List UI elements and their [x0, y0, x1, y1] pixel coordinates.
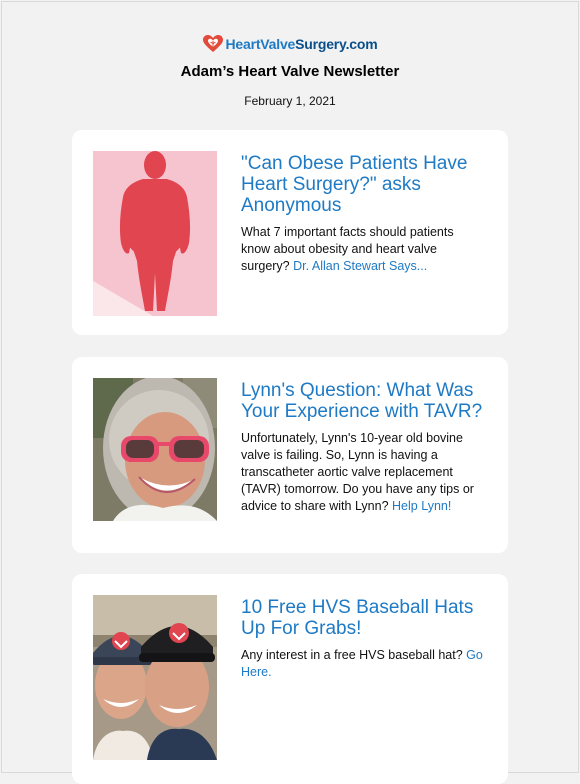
- article-card: 10 Free HVS Baseball Hats Up For Grabs! …: [72, 574, 508, 784]
- article-summary: What 7 important facts should patients k…: [241, 224, 486, 275]
- article-card: Lynn's Question: What Was Your Experienc…: [72, 357, 508, 553]
- newsletter-date: February 1, 2021: [244, 94, 336, 108]
- newsletter-header: HeartValveSurgery.com Adam’s Heart Valve…: [0, 34, 580, 108]
- article-body: 10 Free HVS Baseball Hats Up For Grabs! …: [241, 597, 486, 681]
- brand-name-part1: HeartValve: [225, 36, 296, 52]
- brand-name: HeartValveSurgery.com: [226, 36, 378, 52]
- article-summary: Any interest in a free HVS baseball hat?…: [241, 647, 486, 681]
- obese-silhouette-illustration[interactable]: [93, 151, 217, 316]
- couple-in-hats-photo[interactable]: [93, 595, 217, 760]
- brand-name-part2: Surgery.com: [295, 36, 378, 52]
- article-card: "Can Obese Patients Have Heart Surgery?"…: [72, 130, 508, 335]
- article-body: "Can Obese Patients Have Heart Surgery?"…: [241, 153, 486, 275]
- newsletter-title: Adam’s Heart Valve Newsletter: [180, 63, 400, 80]
- brand-logo[interactable]: HeartValveSurgery.com: [0, 34, 580, 54]
- article-headline[interactable]: 10 Free HVS Baseball Hats Up For Grabs!: [241, 597, 486, 639]
- obese-silhouette-icon: [93, 151, 217, 316]
- article-headline[interactable]: Lynn's Question: What Was Your Experienc…: [241, 380, 486, 422]
- woman-portrait-icon: [93, 378, 217, 521]
- article-body: Lynn's Question: What Was Your Experienc…: [241, 380, 486, 515]
- article-headline[interactable]: "Can Obese Patients Have Heart Surgery?"…: [241, 153, 486, 216]
- article-link[interactable]: Dr. Allan Stewart Says...: [293, 259, 427, 273]
- heart-valve-logo-icon: [202, 35, 223, 52]
- couple-photo-icon: [93, 595, 217, 760]
- article-summary-text: Any interest in a free HVS baseball hat?: [241, 648, 463, 662]
- smiling-woman-photo[interactable]: [93, 378, 217, 521]
- article-summary: Unfortunately, Lynn's 10-year old bovine…: [241, 430, 486, 515]
- article-link[interactable]: Help Lynn!: [392, 499, 451, 513]
